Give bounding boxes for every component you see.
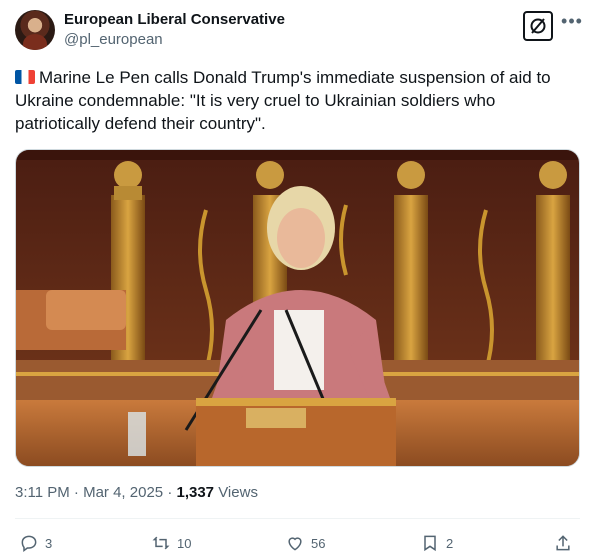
tweet-header: European Liberal Conservative @pl_europe…: [15, 8, 583, 54]
views-count: 1,337: [176, 484, 215, 501]
divider: [15, 518, 580, 519]
repost-count: 10: [177, 535, 192, 551]
repost-icon: [152, 536, 170, 550]
author-handle[interactable]: @pl_european: [64, 31, 163, 48]
repost-button[interactable]: 10: [151, 532, 191, 554]
more-options-icon[interactable]: •••: [561, 12, 583, 36]
reply-button[interactable]: 3: [19, 532, 52, 554]
france-flag-icon: [15, 70, 35, 84]
photo-podium-speaker: [16, 150, 579, 466]
tweet-text: Marine Le Pen calls Donald Trump's immed…: [15, 68, 551, 133]
tweet-meta: 3:11 PM · Mar 4, 2025 · 1,337 Views: [15, 484, 258, 501]
like-count: 56: [311, 535, 326, 551]
tweet-body: Marine Le Pen calls Donald Trump's immed…: [15, 66, 575, 135]
views-label: Views: [218, 484, 258, 501]
tweet-time[interactable]: 3:11 PM: [15, 484, 70, 501]
share-button[interactable]: [553, 532, 573, 554]
heart-icon: [288, 537, 302, 551]
tweet-photo[interactable]: [15, 149, 580, 467]
bookmark-button[interactable]: 2: [420, 532, 453, 554]
action-bar: 3 10 56 2: [15, 532, 580, 554]
grok-icon[interactable]: [523, 11, 553, 41]
avatar[interactable]: [15, 10, 55, 50]
bookmark-icon: [424, 535, 436, 552]
tweet-date[interactable]: Mar 4, 2025: [83, 484, 163, 501]
bookmark-count: 2: [446, 535, 454, 551]
meta-separator: ·: [73, 484, 84, 501]
reply-icon: [21, 535, 37, 552]
share-icon: [556, 535, 570, 551]
reply-count: 3: [45, 535, 53, 551]
author-name[interactable]: European Liberal Conservative: [64, 11, 285, 28]
like-button[interactable]: 56: [285, 532, 325, 554]
